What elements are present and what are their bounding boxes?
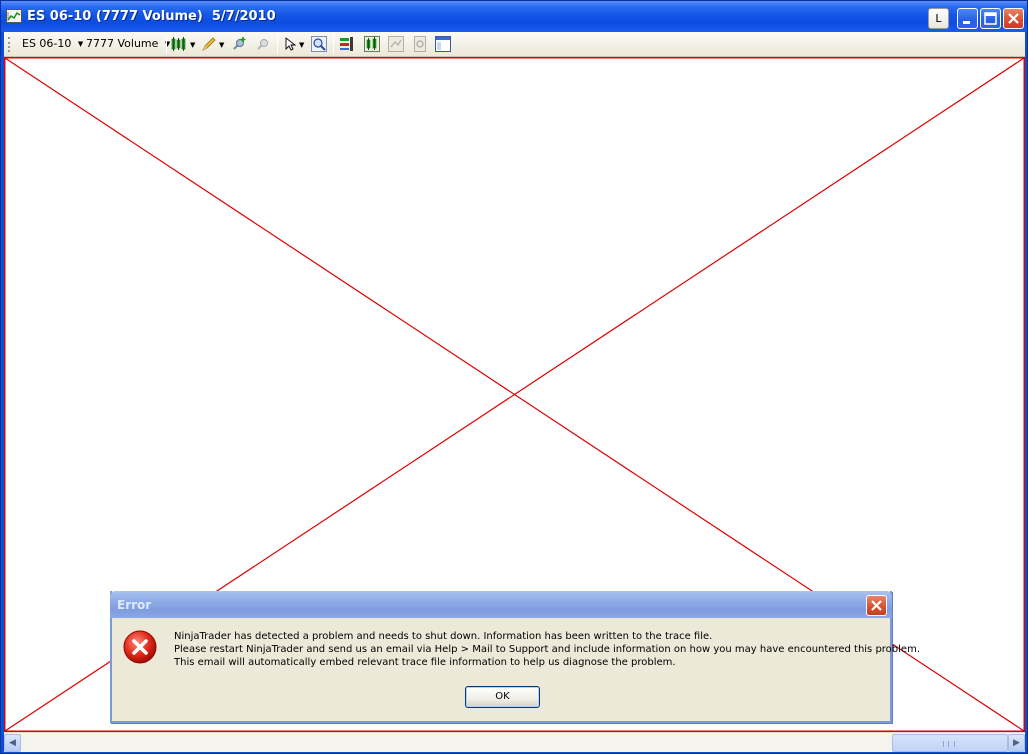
interval-selector[interactable]: 7777 Volume ▼: [86, 37, 170, 50]
chevron-down-icon[interactable]: ▼: [299, 41, 304, 49]
minimize-button[interactable]: [957, 8, 978, 29]
error-dialog: Error NinjaTrader has detected a problem…: [110, 591, 920, 723]
chevron-down-icon: ▼: [77, 40, 84, 48]
chevron-left-icon: ◀: [9, 738, 16, 748]
cursor-icon[interactable]: [283, 36, 299, 52]
error-message: NinjaTrader has detected a problem and n…: [174, 630, 920, 669]
data-box-icon[interactable]: [388, 36, 404, 52]
pin-add-icon[interactable]: [231, 36, 247, 52]
interval-label: 7777 Volume: [86, 37, 159, 50]
window-title: ES 06-10 (7777 Volume) 5/7/2010: [27, 9, 276, 24]
minimize-icon: [963, 21, 970, 24]
chevron-down-icon[interactable]: ▼: [219, 41, 224, 49]
toolbar-separator: [166, 35, 167, 54]
dialog-title: Error: [117, 598, 152, 612]
toolbar-grip[interactable]: [8, 37, 10, 52]
close-icon: [871, 600, 882, 611]
close-icon: [1008, 13, 1019, 24]
chevron-down-icon[interactable]: ▼: [190, 41, 195, 49]
error-icon: [123, 630, 157, 664]
message-line: NinjaTrader has detected a problem and n…: [174, 631, 713, 642]
pin-remove-icon[interactable]: [255, 36, 271, 52]
link-button[interactable]: L: [928, 8, 949, 29]
panel-icon[interactable]: [435, 36, 451, 52]
scroll-thumb[interactable]: [892, 734, 1008, 752]
strategies-icon[interactable]: [339, 36, 355, 52]
scroll-right-button[interactable]: ▶: [1008, 734, 1025, 752]
instrument-label: ES 06-10: [22, 37, 72, 50]
indicators-icon[interactable]: [364, 36, 380, 52]
dialog-close-button[interactable]: [866, 595, 887, 616]
horizontal-scrollbar[interactable]: ◀ ▶: [4, 732, 1025, 752]
message-line: Please restart NinjaTrader and send us a…: [174, 644, 921, 655]
zoom-icon[interactable]: [311, 36, 327, 52]
title-bar[interactable]: ES 06-10 (7777 Volume) 5/7/2010 L: [1, 1, 1027, 32]
drawing-tool-icon[interactable]: [201, 36, 217, 52]
maximize-icon: [984, 12, 997, 25]
instrument-selector[interactable]: ES 06-10 ▼: [22, 37, 83, 50]
chart-style-icon[interactable]: [170, 36, 190, 52]
close-button[interactable]: [1003, 8, 1024, 29]
chevron-right-icon: ▶: [1013, 738, 1020, 748]
scroll-left-button[interactable]: ◀: [4, 734, 21, 752]
dialog-title-bar[interactable]: Error: [110, 591, 892, 618]
chart-app-icon: [6, 9, 22, 23]
message-line: This email will automatically embed rele…: [174, 657, 676, 668]
toolbar-separator: [333, 35, 334, 54]
toolbar-separator: [277, 35, 278, 54]
thumb-grip-icon: [943, 741, 955, 747]
chart-toolbar: ES 06-10 ▼ 7777 Volume ▼ ▼ ▼ ▼: [4, 32, 1025, 57]
maximize-button[interactable]: [980, 8, 1001, 29]
ok-button[interactable]: OK: [465, 686, 540, 708]
properties-icon[interactable]: [412, 36, 428, 52]
